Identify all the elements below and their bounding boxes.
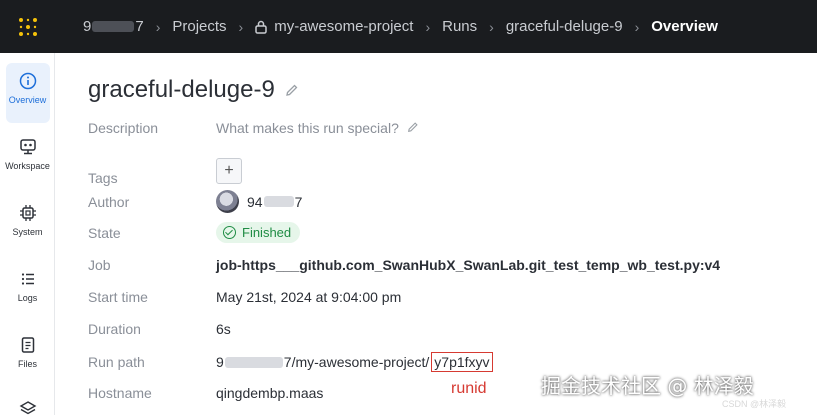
field-label: Start time [88,289,148,305]
field-label: Author [88,193,130,210]
field-start-time: Start time May 21st, 2024 at 9:04:00 pm [88,289,808,305]
sidebar-item-files[interactable]: Files [0,335,55,369]
run-path-value[interactable]: 9 7/my-awesome-project/ y7p1fxyv [216,352,493,372]
breadcrumb-separator: › [425,18,431,35]
field-duration: Duration 6s [88,321,808,337]
logo-icon [19,17,37,36]
breadcrumb-project[interactable]: my-awesome-project [255,18,413,35]
watermark-small: CSDN @林泽毅 [722,399,787,409]
breadcrumb-projects[interactable]: Projects [172,18,226,35]
edit-title-icon[interactable] [285,76,299,104]
add-tag-button[interactable]: + [216,158,242,184]
sidebar-item-label: Files [17,359,37,369]
avatar [216,190,239,213]
start-time-value: May 21st, 2024 at 9:04:00 pm [216,289,402,305]
description-placeholder[interactable]: What makes this run special? [216,120,399,136]
field-label: Tags [88,170,118,186]
redacted-block [92,21,135,32]
run-title: graceful-deluge-9 [88,76,275,103]
sidebar-item-label: Workspace [5,161,50,171]
redacted-block [263,196,294,207]
chip-icon [18,203,38,223]
breadcrumb-current: Overview [651,18,718,35]
field-label: State [88,224,121,241]
runid-annotation: runid [451,380,487,397]
sidebar-item-system[interactable]: System [0,203,55,237]
hostname-value: qingdembp.maas [216,385,324,401]
lock-icon [255,20,267,34]
field-run-path: Run path 9 7/my-awesome-project/ y7p1fxy… [88,352,808,372]
field-label: Hostname [88,385,152,401]
breadcrumb-separator: › [489,18,494,35]
field-state: State Finished [88,222,808,243]
info-icon [18,71,38,91]
breadcrumb-runs[interactable]: Runs [442,18,477,35]
field-label: Description [88,120,159,136]
check-circle-icon [223,226,236,239]
page-title: graceful-deluge-9 [88,76,299,104]
job-link[interactable]: job-https___github.com_SwanHubX_SwanLab.… [216,257,720,273]
list-icon [18,269,38,289]
sidebar-item-overview[interactable]: Overview [0,63,55,123]
sidebar-item-label: System [12,227,43,237]
breadcrumb-separator: › [238,18,244,35]
sidebar: Overview Workspace System Logs Files [0,53,55,415]
field-tags: Tags + [88,156,808,186]
duration-value: 6s [216,321,231,337]
field-label: Duration [88,321,141,337]
edit-description-icon[interactable] [407,120,419,136]
breadcrumb-separator: › [634,18,640,35]
sidebar-item-logs[interactable]: Logs [0,269,55,303]
field-description: Description What makes this run special? [88,120,808,136]
runid-highlight: y7p1fxyv [431,352,493,372]
breadcrumb-user[interactable]: 9 7 [83,18,144,35]
app-logo[interactable] [0,0,56,53]
redacted-block [224,356,283,368]
layers-icon [18,399,38,415]
sidebar-item-label: Overview [8,95,47,105]
breadcrumb: 9 7 › Projects › my-awesome-project › Ru… [56,18,718,35]
workspace-icon [18,137,38,157]
sidebar-item-label: Logs [17,293,38,303]
field-label: Job [88,257,111,273]
file-icon [18,335,38,355]
top-bar: 9 7 › Projects › my-awesome-project › Ru… [0,0,817,53]
status-badge: Finished [216,222,301,243]
field-job: Job job-https___github.com_SwanHubX_Swan… [88,257,808,273]
sidebar-item-more[interactable] [0,399,55,415]
breadcrumb-separator: › [155,18,161,35]
field-label: Run path [88,354,145,370]
field-author: Author 94 7 [88,190,808,213]
breadcrumb-run[interactable]: graceful-deluge-9 [506,18,623,35]
watermark: 掘金技术社区 @ 林泽毅 [541,374,754,398]
sidebar-item-workspace[interactable]: Workspace [0,137,55,171]
